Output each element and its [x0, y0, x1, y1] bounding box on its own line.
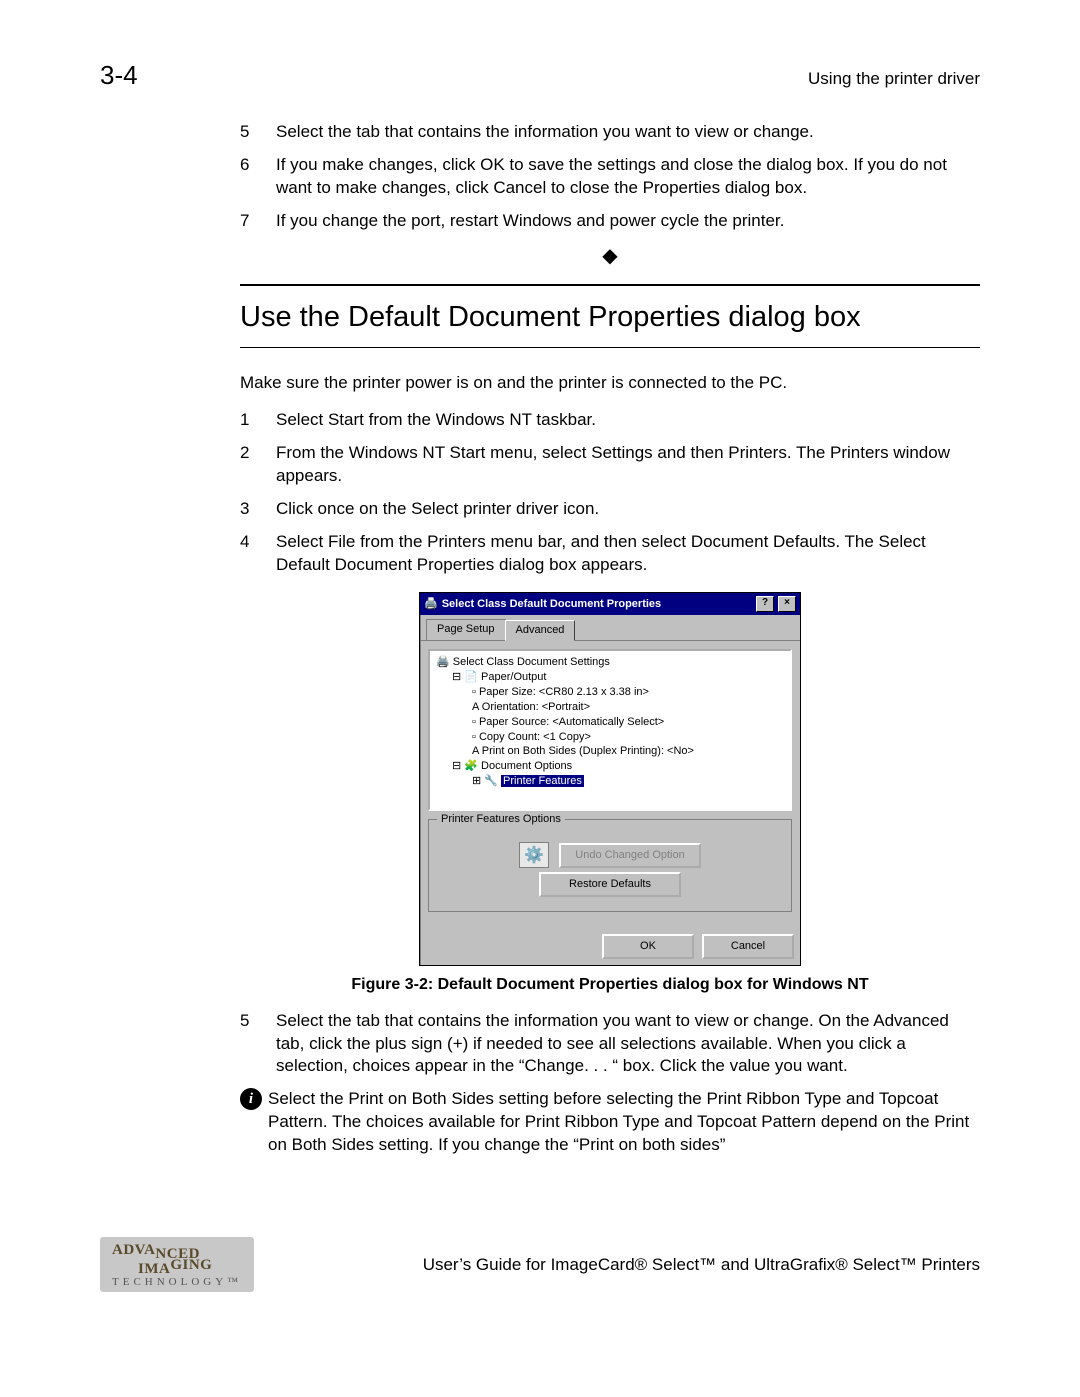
ok-button[interactable]: OK — [602, 934, 694, 959]
tree-orientation[interactable]: Orientation: <Portrait> — [482, 701, 590, 713]
step-text: Select the tab that contains the informa… — [276, 1010, 980, 1079]
tree-paper-source[interactable]: Paper Source: <Automatically Select> — [479, 716, 664, 728]
dialog-title: Select Class Default Document Properties — [442, 597, 752, 612]
step-text: Click once on the Select printer driver … — [276, 498, 599, 521]
gear-icon: ⚙️ — [519, 842, 549, 868]
tree-duplex[interactable]: Print on Both Sides (Duplex Printing): <… — [482, 745, 694, 757]
list-item: 3 Click once on the Select printer drive… — [240, 498, 980, 521]
divider — [240, 347, 980, 348]
tab-advanced[interactable]: Advanced — [505, 620, 576, 641]
step-text: If you make changes, click OK to save th… — [276, 154, 980, 200]
app-icon: 🖨️ — [424, 597, 438, 612]
step-text: Select Start from the Windows NT taskbar… — [276, 409, 596, 432]
info-icon: i — [240, 1088, 262, 1110]
step-num: 3 — [240, 498, 258, 521]
section-end-marker: ◆ — [240, 243, 980, 270]
logo-subtext: TECHNOLOGY™ — [112, 1277, 242, 1288]
list-item: 5 Select the tab that contains the infor… — [240, 121, 980, 144]
dialog-window: 🖨️ Select Class Default Document Propert… — [419, 592, 801, 966]
tree-copy-count[interactable]: Copy Count: <1 Copy> — [479, 731, 591, 743]
step-num: 5 — [240, 121, 258, 144]
tree-paper-size[interactable]: Paper Size: <CR80 2.13 x 3.38 in> — [479, 686, 649, 698]
list-item: 6 If you make changes, click OK to save … — [240, 154, 980, 200]
tree-doc-options[interactable]: Document Options — [481, 760, 572, 772]
list-item: 5 Select the tab that contains the infor… — [240, 1010, 980, 1079]
footer-text: User’s Guide for ImageCard® Select™ and … — [284, 1255, 980, 1275]
page-number: 3-4 — [100, 60, 138, 91]
step-num: 7 — [240, 210, 258, 233]
tree-printer-features[interactable]: Printer Features — [501, 775, 584, 787]
groupbox-label: Printer Features Options — [437, 812, 565, 827]
note-text: Select the Print on Both Sides setting b… — [268, 1088, 980, 1157]
tab-page-setup[interactable]: Page Setup — [426, 619, 506, 640]
step-text: Select File from the Printers menu bar, … — [276, 531, 980, 577]
undo-changed-option-button: Undo Changed Option — [559, 843, 701, 868]
list-item: 2 From the Windows NT Start menu, select… — [240, 442, 980, 488]
figure-caption: Figure 3-2: Default Document Properties … — [240, 974, 980, 996]
section-title: Use the Default Document Properties dial… — [240, 298, 980, 337]
help-button[interactable]: ? — [756, 596, 774, 612]
settings-tree[interactable]: 🖨️ Select Class Document Settings ⊟ 📄 Pa… — [428, 649, 792, 811]
list-item: 1 Select Start from the Windows NT taskb… — [240, 409, 980, 432]
restore-defaults-button[interactable]: Restore Defaults — [539, 872, 681, 897]
intro-text: Make sure the printer power is on and th… — [240, 372, 980, 395]
tree-paper-output[interactable]: Paper/Output — [481, 671, 546, 683]
logo: ADVANCEDIMAGING TECHNOLOGY™ — [100, 1237, 254, 1292]
list-item: 7 If you change the port, restart Window… — [240, 210, 980, 233]
step-text: From the Windows NT Start menu, select S… — [276, 442, 980, 488]
close-button[interactable]: × — [778, 596, 796, 612]
divider — [240, 284, 980, 286]
list-item: 4 Select File from the Printers menu bar… — [240, 531, 980, 577]
step-num: 2 — [240, 442, 258, 488]
cancel-button[interactable]: Cancel — [702, 934, 794, 959]
step-text: If you change the port, restart Windows … — [276, 210, 784, 233]
step-text: Select the tab that contains the informa… — [276, 121, 814, 144]
step-num: 4 — [240, 531, 258, 577]
step-num: 6 — [240, 154, 258, 200]
step-num: 5 — [240, 1010, 258, 1079]
tree-root: Select Class Document Settings — [453, 656, 610, 668]
step-num: 1 — [240, 409, 258, 432]
running-head: Using the printer driver — [808, 69, 980, 89]
